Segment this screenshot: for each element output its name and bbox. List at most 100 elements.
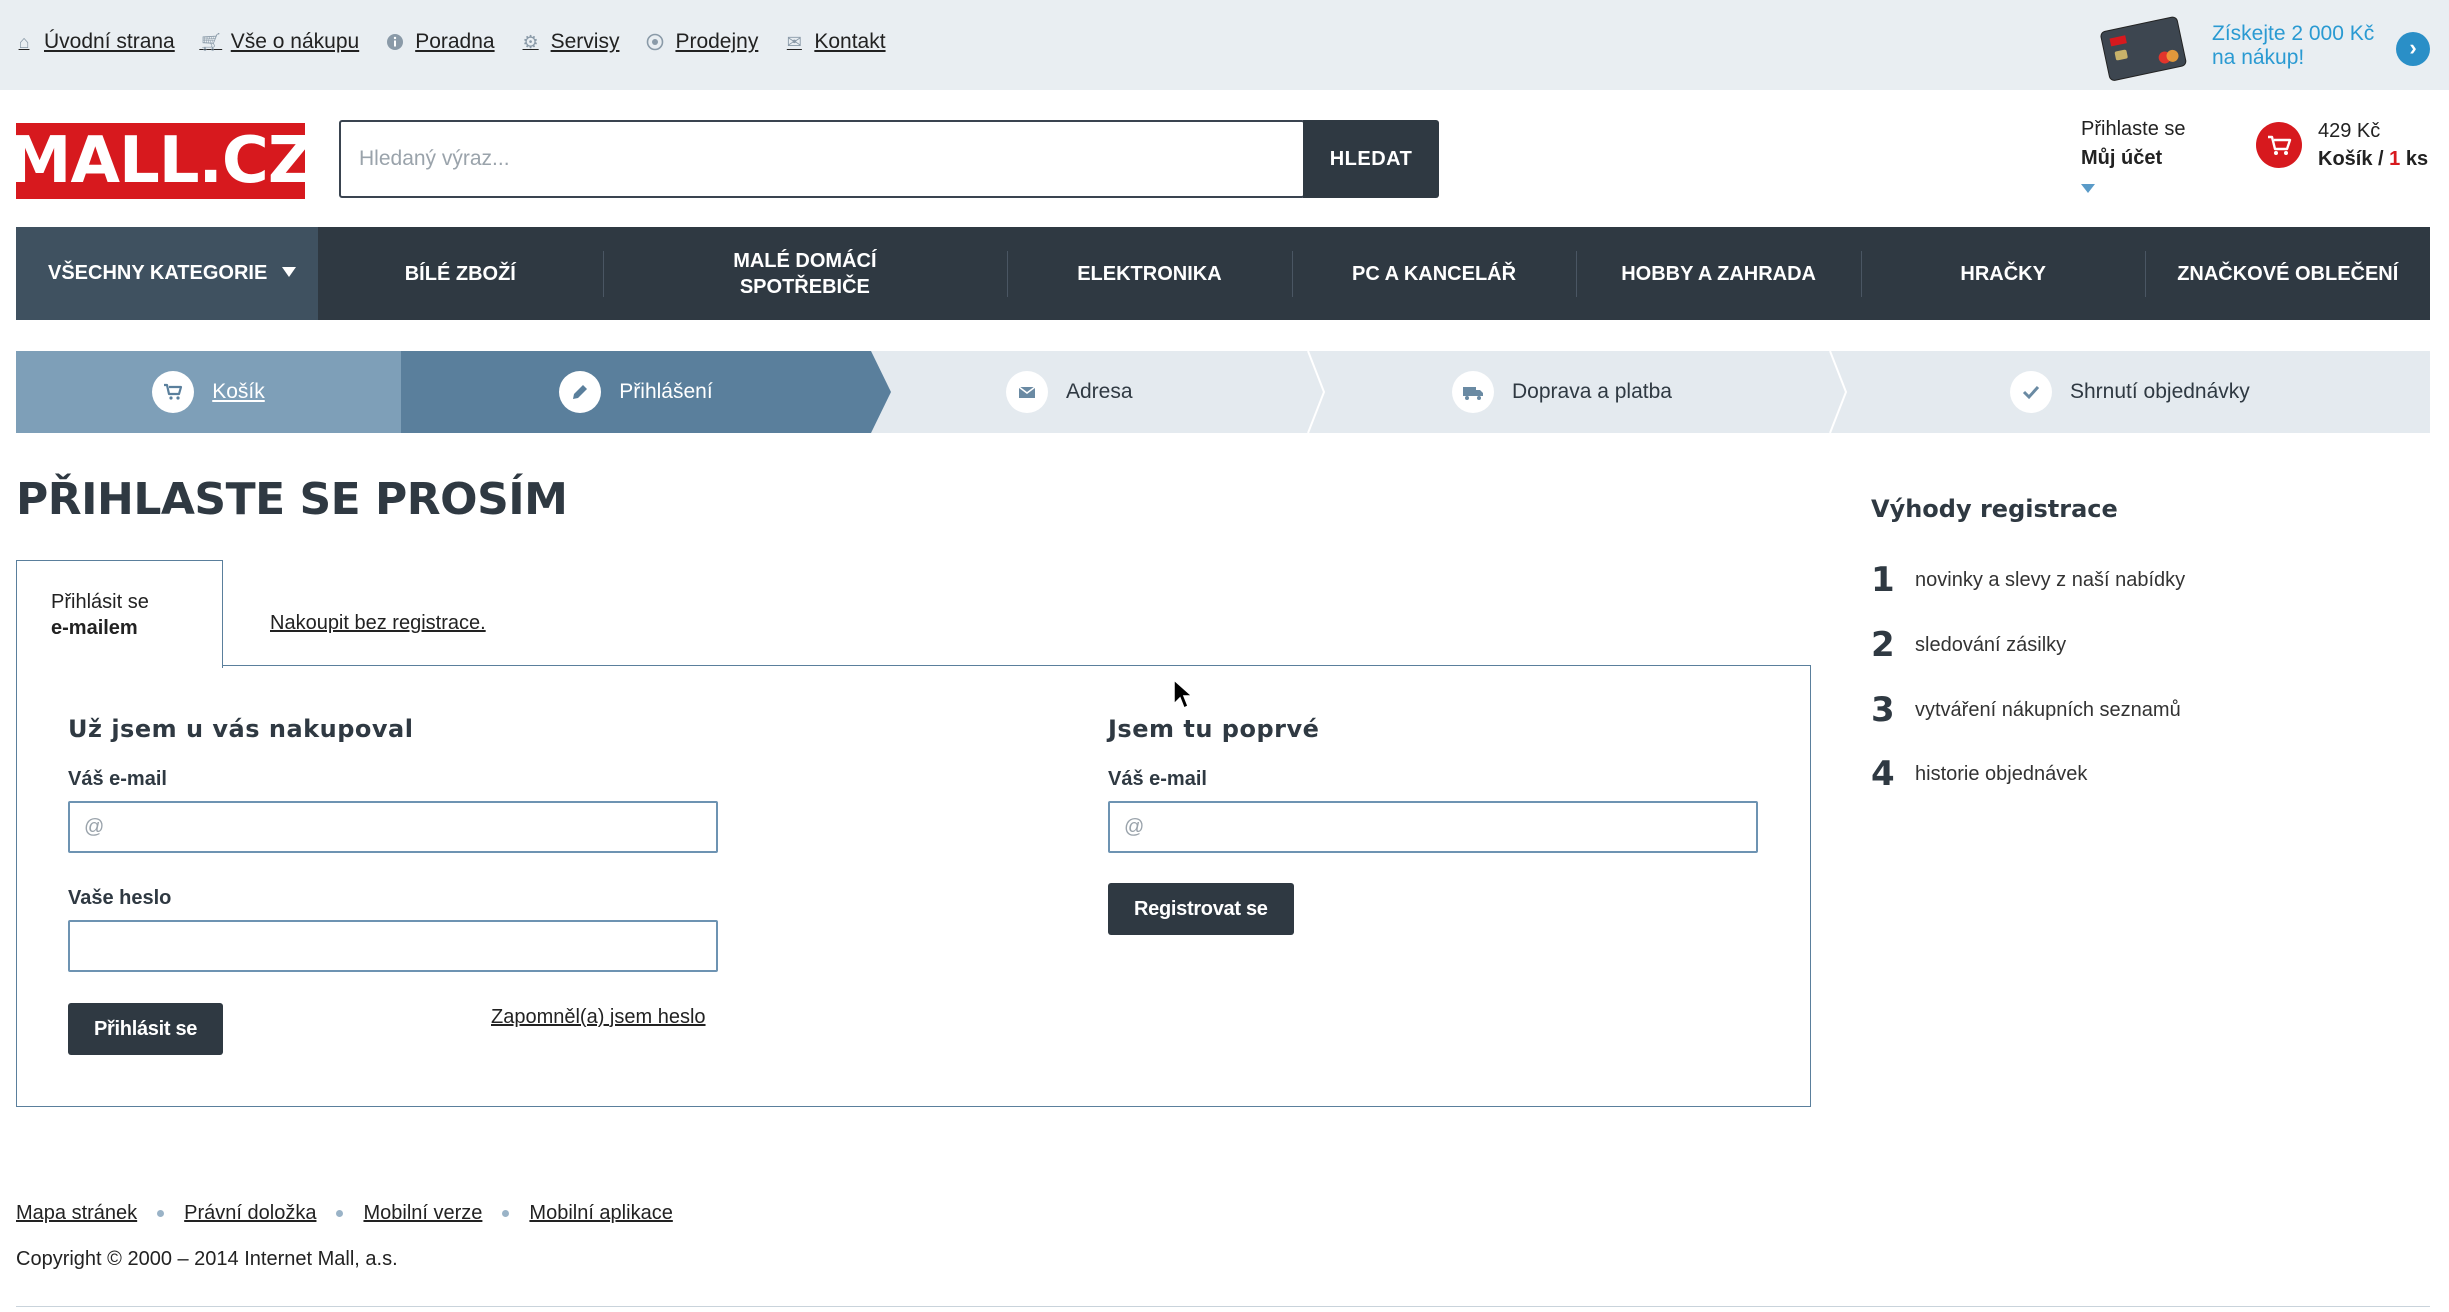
check-icon [2010, 371, 2052, 413]
register-button[interactable]: Registrovat se [1108, 883, 1294, 935]
chevron-down-icon [2081, 184, 2095, 193]
pencil-icon [559, 371, 602, 413]
step-divider [1829, 351, 1848, 433]
benefit-item: 4 historie objednávek [1871, 754, 2087, 794]
promo-line1: Získejte 2 000 Kč [2212, 22, 2375, 45]
promo-text: Získejte 2 000 Kč na nákup! [2212, 22, 2374, 70]
step-label: Přihlášení [619, 380, 713, 403]
account-menu[interactable]: Přihlaste se Můj účet [2081, 118, 2231, 193]
mall-logo[interactable]: MALL.CZ [8, 123, 314, 199]
toplink-help[interactable]: Poradna [385, 30, 495, 54]
top-bar: ⌂ Úvodní strana 🛒︎ Vše o nákupu Poradna … [0, 0, 2449, 90]
cart-label: Košík / [2318, 148, 2390, 170]
login-title: Už jsem u vás nakupoval [68, 715, 414, 743]
category-item[interactable]: HRAČKY [1860, 227, 2146, 320]
toplink-service[interactable]: ⚙ Servisy [521, 30, 620, 54]
footer-link-legal[interactable]: Právní doložka [184, 1202, 316, 1225]
benefit-number: 4 [1871, 754, 1895, 794]
top-links: ⌂ Úvodní strana 🛒︎ Vše o nákupu Poradna … [14, 30, 912, 54]
search-button[interactable]: HLEDAT [1303, 120, 1439, 198]
toplink-label: Vše o nákupu [230, 30, 360, 53]
copyright: Copyright © 2000 – 2014 Internet Mall, a… [16, 1248, 398, 1270]
category-item[interactable]: MALÉ DOMÁCÍ SPOTŘEBIČE [602, 227, 1008, 320]
toplink-stores[interactable]: Prodejny [645, 30, 758, 54]
tab-label-line2: e-mailem [51, 617, 138, 639]
footer-divider [16, 1306, 2430, 1307]
toplink-contact[interactable]: ✉ Kontakt [784, 30, 886, 54]
cart-icon: 🛒︎ [199, 31, 223, 52]
step-shipping: Doprava a platba [1452, 351, 1672, 433]
category-item[interactable]: PC A KANCELÁŘ [1291, 227, 1577, 320]
step-divider [1307, 351, 1326, 433]
register-title: Jsem tu poprvé [1108, 715, 1320, 743]
login-password-label: Vaše heslo [68, 887, 172, 909]
benefit-text: vytváření nákupních seznamů [1915, 698, 2181, 721]
register-email-input[interactable] [1108, 801, 1758, 853]
promo-line2: na nákup! [2212, 46, 2305, 69]
login-password-input[interactable] [68, 920, 718, 972]
benefit-item: 2 sledování zásilky [1871, 625, 2066, 665]
benefit-item: 3 vytváření nákupních seznamů [1871, 690, 2181, 730]
login-email-input[interactable] [68, 801, 718, 853]
benefits-title: Výhody registrace [1871, 495, 2118, 523]
checkout-steps: Košík Přihlášení Adresa Doprava a platba… [16, 351, 2430, 433]
benefit-number: 3 [1871, 690, 1895, 730]
cart-count: Košík / 1 ks [2318, 148, 2428, 171]
cart-price: 429 Kč [2318, 120, 2381, 142]
category-nav: VŠECHNY KATEGORIE BÍLÉ ZBOŽÍ MALÉ DOMÁCÍ… [16, 227, 2430, 320]
cart-unit: ks [2400, 148, 2429, 170]
arrow-right-icon[interactable]: › [2396, 32, 2430, 66]
category-item[interactable]: HOBBY A ZAHRADA [1576, 227, 1861, 320]
cart-qty: 1 [2389, 148, 2401, 170]
bullet-separator [336, 1210, 344, 1217]
mail-icon: ✉ [786, 31, 802, 52]
tab-email-login[interactable]: Přihlásit se e-mailem [16, 560, 223, 668]
cart-widget[interactable]: 429 Kč Košík / 1 ks [2256, 120, 2446, 180]
footer-links: Mapa stránek Právní doložka Mobilní verz… [16, 1202, 673, 1225]
toplink-label: Poradna [415, 30, 495, 53]
toplink-shopping-info[interactable]: 🛒︎ Vše o nákupu [199, 30, 360, 54]
credit-card-icon [2100, 16, 2187, 81]
forgot-password-link[interactable]: Zapomněl(a) jsem heslo [491, 1006, 706, 1029]
footer-link-mobile[interactable]: Mobilní verze [363, 1202, 482, 1225]
step-label: Shrnutí objednávky [2070, 380, 2250, 403]
benefit-text: novinky a slevy z naší nabídky [1915, 568, 2186, 591]
toplink-home[interactable]: ⌂ Úvodní strana [14, 30, 175, 54]
info-icon [385, 32, 405, 52]
all-categories-button[interactable]: VŠECHNY KATEGORIE [16, 227, 318, 320]
step-login: Přihlášení [401, 351, 871, 433]
step-summary: Shrnutí objednávky [2010, 351, 2250, 433]
store-icon [645, 32, 665, 52]
category-item[interactable]: ZNAČKOVÉ OBLEČENÍ [2145, 227, 2430, 320]
footer-link-app[interactable]: Mobilní aplikace [529, 1202, 672, 1225]
toplink-label: Úvodní strana [44, 30, 175, 53]
register-email-label: Váš e-mail [1108, 768, 1207, 790]
benefit-item: 1 novinky a slevy z naší nabídky [1871, 560, 2185, 600]
truck-icon [1452, 371, 1494, 413]
step-cart[interactable]: Košík [16, 351, 401, 433]
page-title: PŘIHLASTE SE PROSÍM [16, 474, 568, 525]
account-login-label: Přihlaste se [2081, 118, 2186, 140]
login-email-label: Váš e-mail [68, 768, 167, 790]
category-item[interactable]: BÍLÉ ZBOŽÍ [318, 227, 603, 320]
toplink-label: Kontakt [814, 30, 886, 53]
bullet-separator [157, 1210, 165, 1217]
cart-icon [2256, 122, 2302, 168]
step-address: Adresa [1006, 351, 1133, 433]
guest-checkout-link[interactable]: Nakoupit bez registrace. [270, 612, 486, 635]
footer-link-sitemap[interactable]: Mapa stránek [16, 1202, 137, 1225]
benefit-text: historie objednávek [1915, 762, 2088, 785]
login-button[interactable]: Přihlásit se [68, 1003, 224, 1055]
home-icon: ⌂ [18, 31, 30, 52]
benefit-number: 2 [1871, 625, 1895, 665]
mouse-cursor-icon [1173, 678, 1194, 710]
bullet-separator [502, 1210, 510, 1217]
step-arrow [871, 351, 891, 433]
search-input[interactable] [339, 120, 1305, 198]
envelope-icon [1006, 371, 1048, 413]
category-item[interactable]: ELEKTRONIKA [1007, 227, 1292, 320]
promo-banner[interactable]: Získejte 2 000 Kč na nákup! › [2096, 8, 2436, 82]
benefit-text: sledování zásilky [1915, 633, 2067, 656]
chevron-down-icon [282, 267, 296, 277]
step-label: Košík [212, 380, 265, 403]
